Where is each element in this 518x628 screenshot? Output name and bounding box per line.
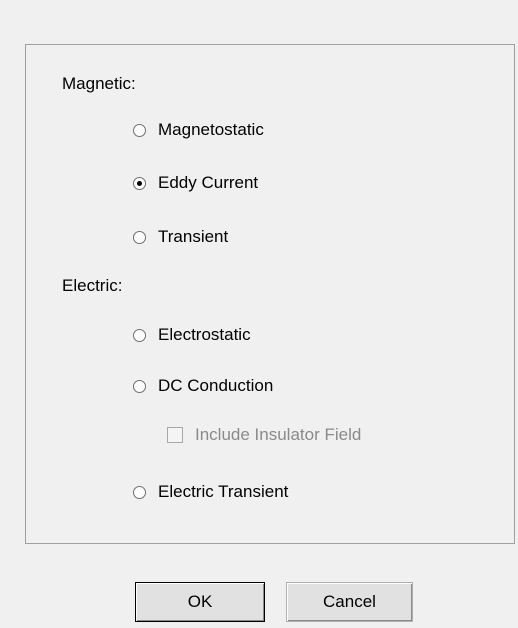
cancel-button[interactable]: Cancel xyxy=(286,582,413,622)
radio-dc-conduction[interactable]: DC Conduction xyxy=(133,375,273,397)
radio-electrostatic[interactable]: Electrostatic xyxy=(133,324,251,346)
electrostatic-label: Electrostatic xyxy=(158,325,251,344)
radio-eddy-current[interactable]: Eddy Current xyxy=(133,172,258,194)
ok-button[interactable]: OK xyxy=(135,582,265,622)
eddy-current-radio-button[interactable] xyxy=(133,176,146,190)
radio-transient[interactable]: Transient xyxy=(133,226,228,248)
electrostatic-radio-button[interactable] xyxy=(133,328,146,342)
radio-magnetostatic[interactable]: Magnetostatic xyxy=(133,119,264,141)
transient-label: Transient xyxy=(158,227,229,246)
dc-conduction-radio-button[interactable] xyxy=(133,379,146,393)
eddy-current-label: Eddy Current xyxy=(158,173,259,192)
magnetostatic-radio-button[interactable] xyxy=(133,123,146,137)
transient-radio-button[interactable] xyxy=(133,230,146,244)
dc-conduction-label: DC Conduction xyxy=(158,376,274,395)
electric-section-label: Electric: xyxy=(62,276,123,295)
electric-transient-radio-button[interactable] xyxy=(133,485,146,499)
radio-electric-transient[interactable]: Electric Transient xyxy=(133,481,288,503)
electric-transient-label: Electric Transient xyxy=(158,482,289,501)
magnetostatic-label: Magnetostatic xyxy=(158,120,264,139)
include-insulator-field-row: Include Insulator Field xyxy=(167,424,361,446)
include-insulator-field-label: Include Insulator Field xyxy=(195,425,362,444)
magnetic-section-label: Magnetic: xyxy=(62,74,136,93)
include-insulator-field-checkbox xyxy=(167,427,183,443)
